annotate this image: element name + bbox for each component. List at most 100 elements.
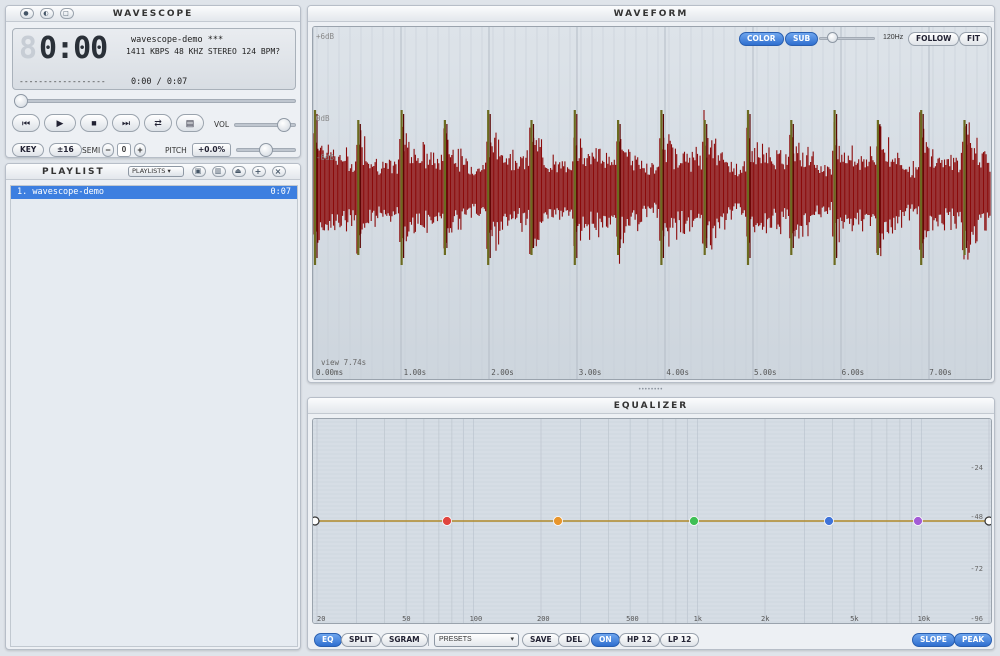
- pitch-knob[interactable]: [259, 143, 273, 157]
- time-display: 0:00: [39, 31, 108, 66]
- split-button[interactable]: SPLIT: [341, 633, 381, 647]
- add-icon[interactable]: +: [252, 166, 266, 177]
- eq-freq-label: 20: [317, 615, 326, 623]
- eq-db-label: -96: [970, 615, 983, 623]
- track-info: 1411 KBPS 48 KHZ STEREO 124 BPM?: [126, 47, 281, 56]
- db-top-label: +6dB: [316, 32, 335, 41]
- lp-button[interactable]: LP 12: [660, 633, 700, 647]
- eq-band-handle[interactable]: [442, 516, 452, 526]
- waveform-panel: WAVEFORM +6dB 0dB -6dB view 7.74s 0.00ms…: [307, 5, 995, 383]
- equalizer-title: EQUALIZER: [308, 398, 994, 414]
- eq-freq-label: 100: [469, 615, 483, 623]
- maximize-icon[interactable]: □: [60, 8, 74, 19]
- next-button[interactable]: ⏭: [112, 114, 140, 132]
- eq-db-label: -24: [970, 464, 983, 472]
- save-playlist-icon[interactable]: ▣: [192, 166, 206, 177]
- trash-icon[interactable]: ▥: [212, 166, 226, 177]
- key-range-button[interactable]: ±16: [49, 143, 82, 157]
- play-button[interactable]: ▶: [44, 114, 76, 132]
- eq-band-handle[interactable]: [689, 516, 699, 526]
- eq-button[interactable]: EQ: [314, 633, 342, 647]
- player-title: ● ◐ □ WAVESCOPE: [6, 6, 300, 22]
- eject-icon[interactable]: ⏏: [232, 166, 246, 177]
- slope-button[interactable]: SLOPE: [912, 633, 955, 647]
- eq-band-handle[interactable]: [824, 516, 834, 526]
- time-tick-label: 6.00s: [841, 368, 865, 377]
- eq-freq-label: 500: [626, 615, 639, 623]
- semi-minus-button[interactable]: −: [102, 143, 114, 157]
- save-preset-button[interactable]: SAVE: [522, 633, 560, 647]
- eq-band-handle[interactable]: [913, 516, 923, 526]
- app-title: WAVESCOPE: [112, 9, 194, 19]
- chevron-down-icon: ▾: [167, 167, 171, 175]
- eq-db-label: -48: [970, 513, 983, 521]
- volume-knob[interactable]: [277, 118, 292, 132]
- sub-freq-knob[interactable]: [827, 32, 838, 43]
- semi-label: SEMI: [82, 146, 101, 155]
- remove-icon[interactable]: ×: [272, 166, 286, 177]
- time-tick-label: 4.00s: [666, 368, 689, 377]
- fit-button[interactable]: FIT: [959, 32, 989, 46]
- repeat-button[interactable]: ⇄: [144, 114, 172, 132]
- presets-select[interactable]: PRESETS ▾: [434, 633, 519, 647]
- peak-button[interactable]: PEAK: [954, 633, 993, 647]
- eq-freq-label: 200: [537, 615, 550, 623]
- stop-icon: ■: [91, 118, 97, 128]
- time-tick-label: 0.00ms: [316, 368, 344, 377]
- semi-value[interactable]: 0: [117, 143, 131, 157]
- lcd-dashes: ------------------: [19, 77, 106, 86]
- playlists-select[interactable]: PLAYLISTS ▾: [128, 166, 184, 177]
- time-tick-label: 3.00s: [578, 368, 602, 377]
- sub-freq-label: 120Hz: [883, 34, 904, 41]
- seek-knob[interactable]: [14, 94, 28, 108]
- waveform-canvas[interactable]: +6dB 0dB -6dB view 7.74s 0.00ms 1.00s 2.00…: [312, 26, 992, 380]
- playlist-list[interactable]: 1. wavescope-demo 0:07: [10, 185, 298, 647]
- time-tick-label: 7.00s: [929, 368, 952, 377]
- waveform-svg: [313, 27, 991, 379]
- time-tick-label: 2.00s: [491, 368, 514, 377]
- time-tick-label: 1.00s: [403, 368, 427, 377]
- playlist-panel: PLAYLIST PLAYLISTS ▾ ▣ ▥ ⏏ + × 1. wavesc…: [5, 163, 301, 650]
- hp-button[interactable]: HP 12: [619, 633, 660, 647]
- waveform-title: WAVEFORM: [308, 6, 994, 22]
- eq-freq-label: 50: [402, 615, 411, 623]
- hp-filter-handle[interactable]: [313, 516, 320, 526]
- eq-freq-label: 1k: [693, 615, 702, 623]
- semi-plus-button[interactable]: +: [134, 143, 146, 157]
- chevron-down-icon: ▾: [510, 636, 514, 643]
- shuffle-button[interactable]: ▤: [176, 114, 204, 132]
- position-text: 0:00 / 0:07: [131, 77, 188, 87]
- color-button[interactable]: COLOR: [739, 32, 784, 46]
- eq-band-handle[interactable]: [553, 516, 563, 526]
- eq-canvas[interactable]: -24 -48 -72 -96 20 50 100 200 500 1k 2k 5k 10k: [312, 418, 992, 624]
- eq-freq-label: 10k: [917, 615, 931, 623]
- track-name: wavescope-demo ***: [131, 35, 224, 45]
- sgram-button[interactable]: SGRAM: [381, 633, 428, 647]
- view-label: view 7.74s: [321, 358, 367, 367]
- eq-db-label: -72: [970, 565, 983, 573]
- list-item[interactable]: 1. wavescope-demo 0:07: [11, 186, 297, 199]
- delete-preset-button[interactable]: DEL: [558, 633, 591, 647]
- db-low-label: -6dB: [316, 153, 335, 162]
- key-button[interactable]: KEY: [12, 143, 45, 157]
- equalizer-panel: EQUALIZER -24 -48 -72 -96 20 50 100 200 500 1k 2k…: [307, 397, 995, 650]
- seek-track[interactable]: [14, 99, 296, 103]
- prev-button[interactable]: ⏮: [12, 114, 40, 132]
- stop-button[interactable]: ■: [80, 114, 108, 132]
- playlists-select-label: PLAYLISTS: [132, 167, 166, 175]
- playlist-item-duration: 0:07: [270, 187, 291, 197]
- player-panel: ● ◐ □ WAVESCOPE 8 0:00 wavescope-demo **…: [5, 5, 301, 158]
- pitch-value[interactable]: +0.0%: [192, 143, 232, 157]
- panel-splitter-handle[interactable]: ••••••••: [633, 387, 669, 393]
- close-icon[interactable]: ●: [20, 8, 34, 19]
- minimize-icon[interactable]: ◐: [40, 8, 54, 19]
- playlist-title: PLAYLIST PLAYLISTS ▾ ▣ ▥ ⏏ + ×: [6, 164, 300, 180]
- sub-button[interactable]: SUB: [785, 32, 819, 46]
- follow-button[interactable]: FOLLOW: [908, 32, 960, 46]
- eq-toolbar: EQ SPLIT SGRAM PRESETS ▾ SAVE DEL ON HP …: [308, 630, 994, 648]
- playlist-item-label: 1. wavescope-demo: [17, 187, 104, 197]
- eq-on-button[interactable]: ON: [591, 633, 620, 647]
- lcd-ghost-digit: 8: [19, 31, 38, 66]
- prev-icon: ⏮: [21, 118, 31, 128]
- lp-filter-handle[interactable]: [984, 516, 992, 526]
